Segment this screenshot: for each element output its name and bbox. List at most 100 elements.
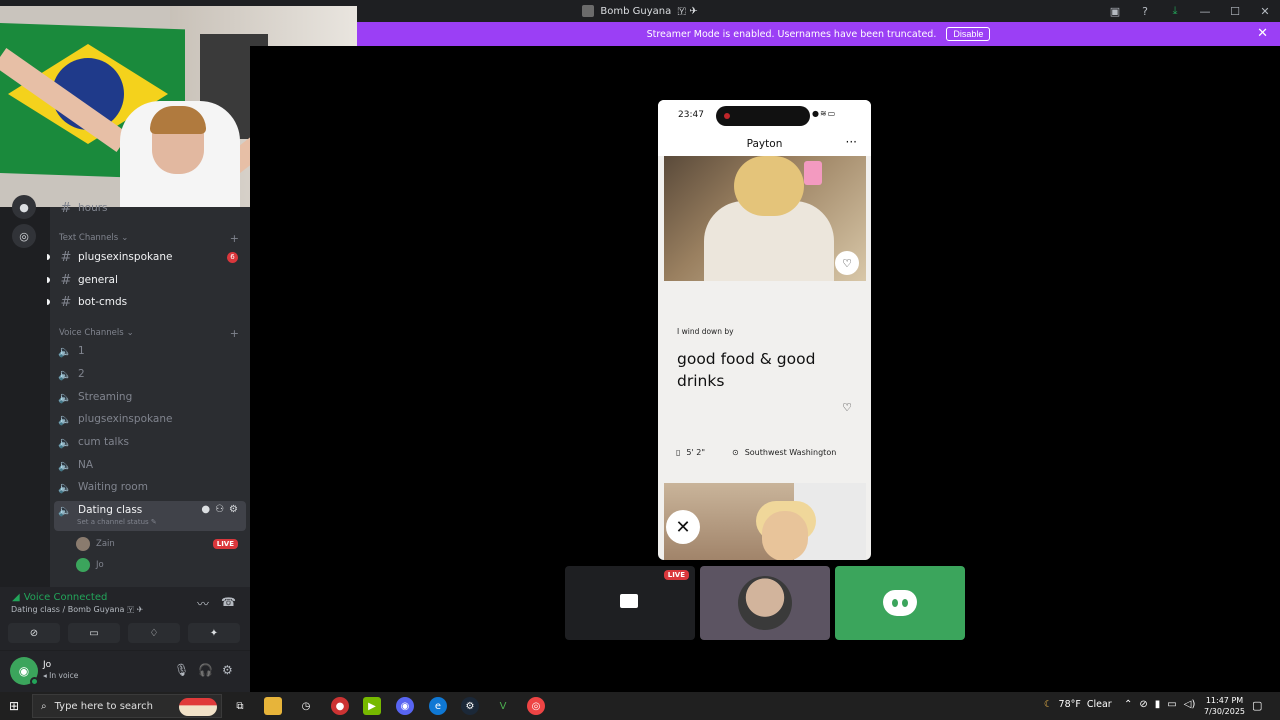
soundboard-button[interactable]: ✦ (188, 623, 240, 643)
voice-location: Dating class / Bomb Guyana 🇾 ✈ (11, 605, 144, 614)
voice-member-zain[interactable]: Zain LIVE (76, 535, 246, 553)
server-icon (582, 5, 595, 17)
voice-channel-plugsexinspokane[interactable]: 🔈 plugsexinspokane (50, 409, 250, 429)
activity-button[interactable]: ♢ (128, 623, 180, 643)
noise-suppression-icon[interactable]: 〰 (197, 595, 209, 612)
profile-height: ▯ 5' 2" (676, 448, 706, 457)
location-pin-icon: ⊙ (732, 448, 739, 457)
taskbar-search[interactable]: ⌕ Type here to search (32, 694, 222, 718)
voice-channel-dating-class[interactable]: 🔈 Dating class Set a channel status ✎ ● … (54, 501, 246, 531)
search-icon: ⌕ (41, 700, 47, 712)
profile-name: Payton (746, 138, 783, 150)
chrome-icon[interactable]: ◎ (527, 697, 545, 715)
file-explorer-icon[interactable] (264, 697, 282, 715)
screen-share-button[interactable]: ▭ (68, 623, 120, 643)
channel-sidebar: # hours Text Channels ⌄ + # plugsexinspok… (47, 201, 250, 587)
camera-off-button[interactable]: ⊘ (8, 623, 60, 643)
titlebar-right: ▣ ? ⤓ — ☐ ✕ (1100, 0, 1280, 22)
signal-icon: ◢ (12, 592, 20, 603)
disable-streamer-mode-button[interactable]: Disable (946, 27, 991, 41)
voice-channel-streaming[interactable]: 🔈 Streaming (50, 387, 250, 407)
avatar (76, 558, 90, 572)
voice-member-jo[interactable]: Jo (76, 556, 246, 574)
edge-icon[interactable]: e (429, 697, 447, 715)
voice-channel-cum-talks[interactable]: 🔈 cum talks (50, 432, 250, 452)
participant-tile-zain[interactable] (700, 566, 830, 640)
chat-icon[interactable]: ● (201, 504, 210, 515)
server-rail: ● ◎ (0, 195, 50, 587)
minimize-button[interactable]: — (1190, 5, 1220, 18)
user-panel: ◉ Jo ◂ In voice 🎙 🎧 ⚙ (0, 651, 250, 692)
settings-icon[interactable]: ⚙ (222, 663, 233, 677)
hash-icon: # (60, 294, 72, 310)
speaker-icon: 🔈 (58, 480, 72, 494)
add-channel-icon[interactable]: + (230, 327, 239, 340)
chevron-up-icon[interactable]: ⌃ (1124, 699, 1132, 710)
dismiss-x-icon[interactable]: ✕ (666, 510, 700, 544)
add-channel-icon[interactable]: + (230, 232, 239, 245)
discord-taskbar-icon[interactable]: ◉ (396, 697, 414, 715)
task-view-icon[interactable]: ⧉ (231, 697, 249, 715)
voice-channels-category[interactable]: Voice Channels ⌄ + (59, 327, 239, 340)
voice-connection-panel: ◢ Voice Connected Dating class / Bomb Gu… (0, 587, 250, 651)
volume-icon[interactable]: ◁) (1184, 699, 1196, 710)
settings-icon[interactable]: ⚙ (229, 504, 238, 515)
voice-channel-waiting-room[interactable]: 🔈 Waiting room (50, 477, 250, 497)
like-heart-icon[interactable]: ♡ (835, 395, 859, 419)
disconnect-icon[interactable]: ☎ (221, 595, 236, 609)
network-off-icon[interactable]: ⊘ (1139, 699, 1147, 710)
clock-app-icon[interactable]: ◷ (297, 697, 315, 715)
voice-channel-1[interactable]: 🔈 1 (50, 341, 250, 361)
prompt-answer: good food & good drinks (677, 350, 816, 390)
text-channels-category[interactable]: Text Channels ⌄ + (59, 232, 239, 245)
download-icon[interactable]: ⤓ (1160, 4, 1190, 18)
taskbar-clock[interactable]: 11:47 PM 7/30/2025 (1204, 695, 1245, 717)
notification-icon[interactable]: ▢ (1252, 699, 1262, 712)
search-placeholder: Type here to search (54, 700, 153, 712)
moon-icon: ☾ (1044, 699, 1053, 710)
voice-connected-status[interactable]: ◢ Voice Connected (12, 592, 107, 603)
avatar (738, 576, 792, 630)
discover-icon[interactable]: ◎ (12, 224, 36, 248)
participant-tile-jo[interactable] (835, 566, 965, 640)
microphone-icon[interactable]: 🎙 (174, 663, 189, 677)
microphone-icon[interactable]: ▮ (1155, 699, 1161, 710)
inbox-icon[interactable]: ▣ (1100, 5, 1130, 18)
vim-icon[interactable]: V (494, 697, 512, 715)
speaker-icon: 🔈 (58, 458, 72, 472)
online-status-dot (30, 677, 39, 686)
close-window-button[interactable]: ✕ (1250, 5, 1280, 18)
stream-phone-screen[interactable]: 23:47 ●≋▭ Payton ··· ♡ I wind down by go… (658, 100, 871, 560)
windows-start-icon[interactable]: ⊞ (9, 699, 19, 713)
maximize-button[interactable]: ☐ (1220, 5, 1250, 18)
stream-tile[interactable]: LIVE (565, 566, 695, 640)
server-icon-partial[interactable]: ● (12, 195, 36, 219)
headphones-icon[interactable]: 🎧 (198, 663, 213, 677)
nvidia-icon[interactable]: ▶ (363, 697, 381, 715)
streamer-mode-banner: Streamer Mode is enabled. Usernames have… (357, 22, 1280, 46)
speaker-icon: 🔈 (58, 504, 72, 517)
invite-icon[interactable]: ⚇ (215, 504, 224, 515)
steam-icon[interactable]: ⚙ (461, 697, 479, 715)
voice-channel-na[interactable]: 🔈 NA (50, 455, 250, 475)
voice-channel-2[interactable]: 🔈 2 (50, 364, 250, 384)
live-badge: LIVE (663, 570, 689, 580)
help-icon[interactable]: ? (1130, 5, 1160, 18)
channel-hours[interactable]: # hours (50, 198, 250, 218)
network-icon[interactable]: ▭ (1167, 699, 1176, 710)
close-banner-icon[interactable]: ✕ (1257, 26, 1268, 41)
user-status: ◂ In voice (43, 671, 79, 680)
channel-bot-cmds[interactable]: # bot-cmds (47, 292, 250, 312)
recording-dot-icon (724, 113, 730, 119)
channel-general[interactable]: # general (47, 270, 250, 290)
channel-plugsexinspokane[interactable]: # plugsexinspokane 6 (47, 247, 250, 267)
speaker-icon: 🔈 (58, 344, 72, 358)
channel-status[interactable]: Set a channel status ✎ (77, 518, 157, 526)
app-icon[interactable]: ● (331, 697, 349, 715)
avatar (76, 537, 90, 551)
like-heart-icon[interactable]: ♡ (835, 251, 859, 275)
more-icon[interactable]: ··· (846, 135, 857, 149)
speaker-icon: 🔈 (58, 390, 72, 404)
speaker-icon: 🔈 (58, 367, 72, 381)
weather-widget[interactable]: ☾ 78°F Clear (1044, 699, 1112, 710)
